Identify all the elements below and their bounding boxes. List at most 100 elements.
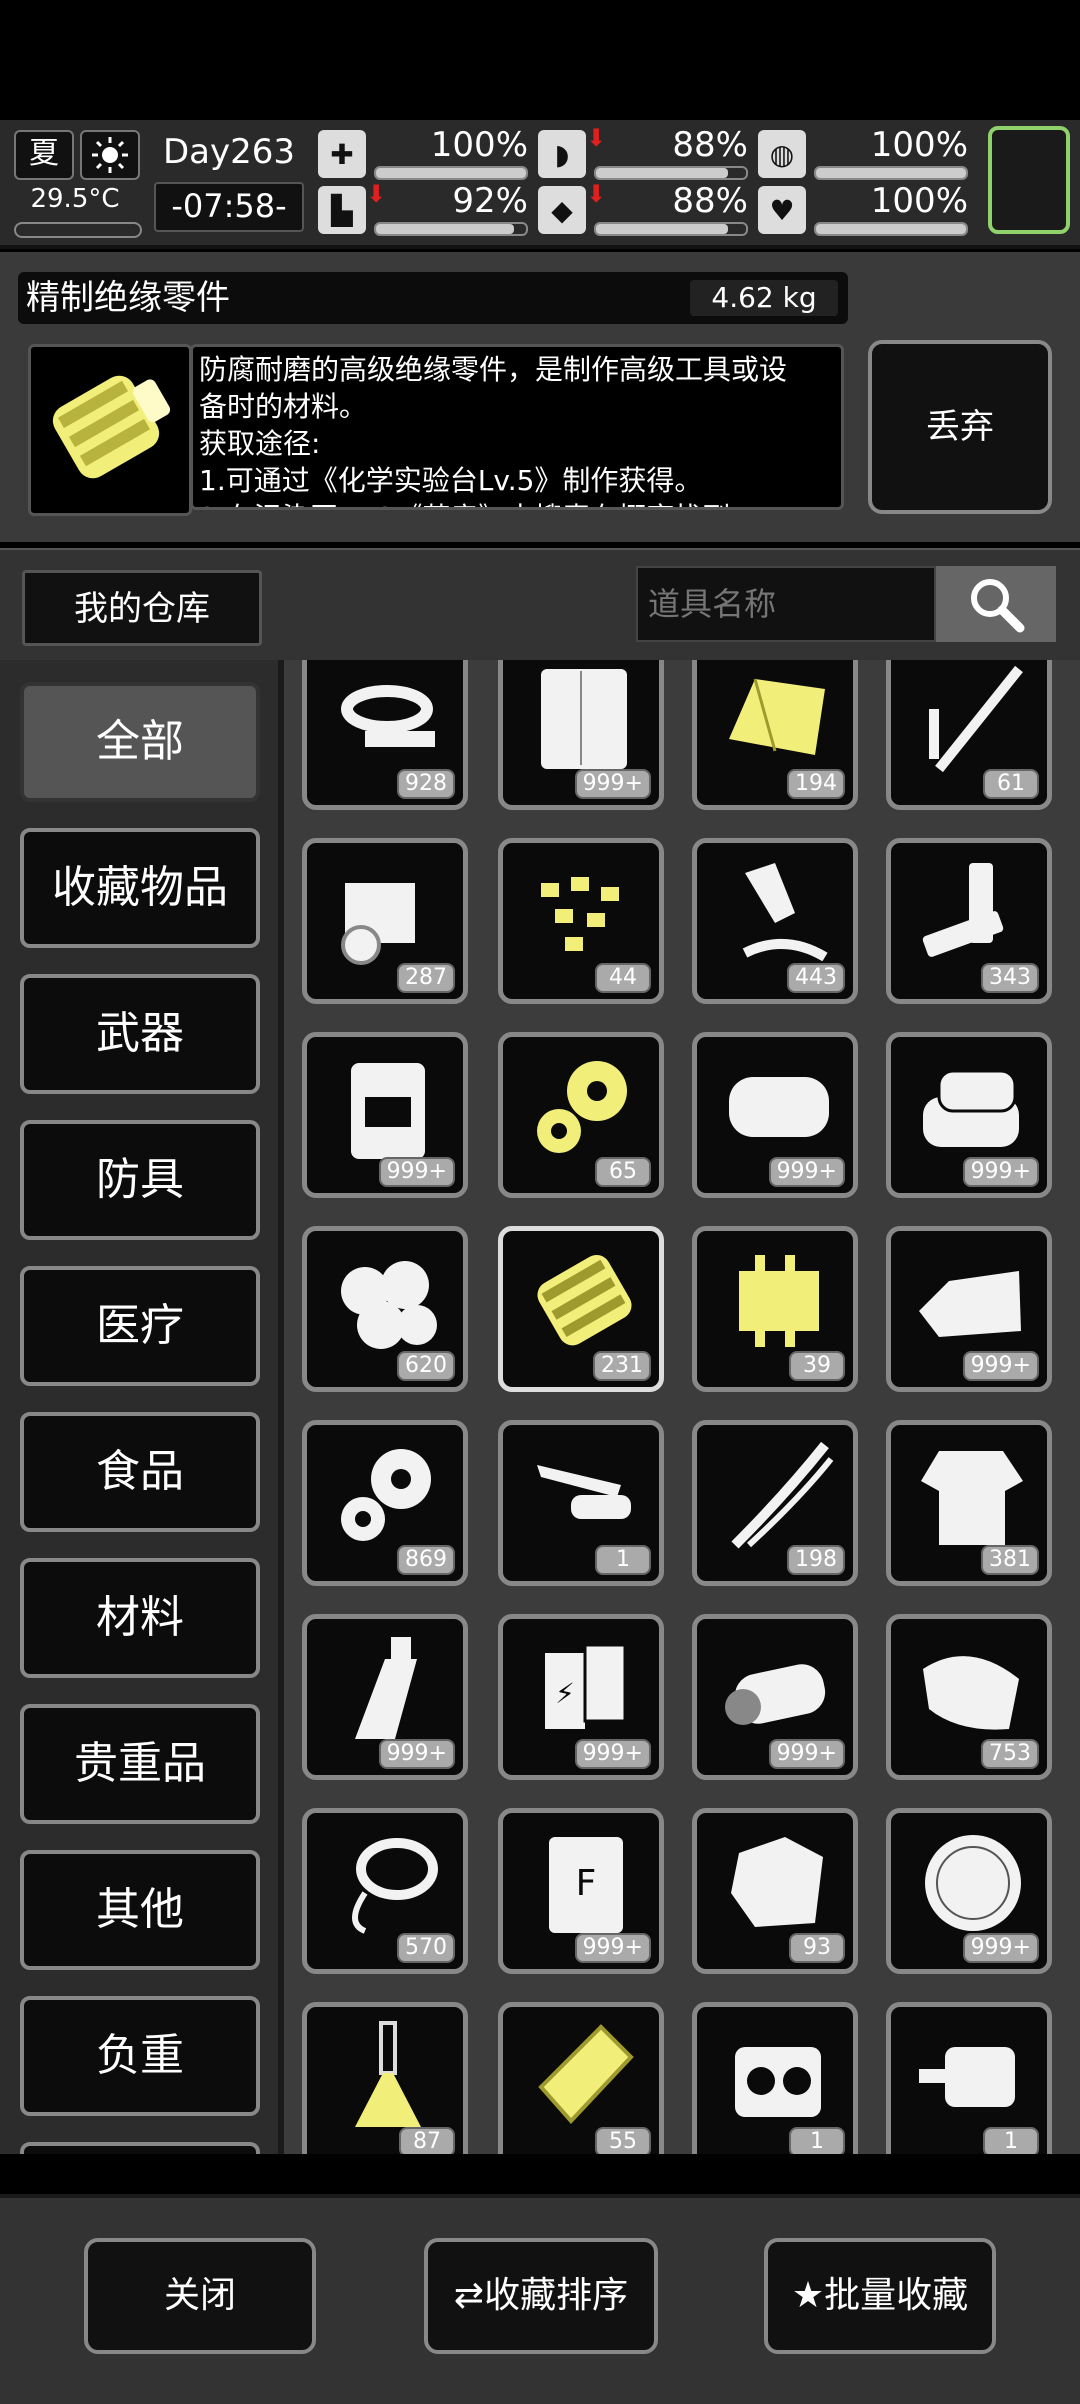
crumpled-paper-icon [731, 1837, 823, 1927]
item-count-badge: 55 [595, 2127, 651, 2154]
item-slot[interactable]: 620 [302, 1226, 468, 1392]
description-line: 获取途径: [199, 427, 321, 460]
category-7[interactable]: 贵重品 [20, 1704, 260, 1824]
item-name-bar: 精制绝缘零件 4.62 kg [18, 272, 848, 324]
close-button[interactable]: 关闭 [84, 2238, 316, 2354]
item-count-badge: 999+ [574, 1933, 651, 1963]
category-8[interactable]: 其他 [20, 1850, 260, 1970]
item-slot[interactable]: 87 [302, 2002, 468, 2154]
item-count-badge: 93 [789, 1933, 845, 1963]
item-slot[interactable]: 39 [692, 1226, 858, 1392]
item-slot[interactable]: 999+ [886, 1808, 1052, 1974]
stat-boot: ▙ ⬇ 92% [318, 180, 528, 238]
item-slot[interactable]: 343 [886, 838, 1052, 1004]
bottle-icon [355, 1637, 417, 1739]
quick-slot[interactable] [988, 126, 1070, 234]
item-name: 精制绝缘零件 [26, 278, 230, 318]
item-count-badge: 381 [981, 1545, 1039, 1575]
item-slot[interactable]: 753 [886, 1614, 1052, 1780]
flask-icon [355, 2021, 421, 2127]
stat-percent: 88% [672, 125, 748, 165]
description-line: 防腐耐磨的高级绝缘零件，是制作高级工具或设 [199, 353, 788, 386]
stat-percent: 100% [870, 125, 968, 165]
item-slot[interactable]: ⚡ 999+ [498, 1614, 664, 1780]
item-slot[interactable]: 1 [498, 1420, 664, 1586]
item-count-badge: 999+ [574, 1739, 651, 1769]
item-slot[interactable]: 869 [302, 1420, 468, 1586]
item-slot[interactable]: 928 [302, 660, 468, 810]
category-1[interactable]: 收藏物品 [20, 828, 260, 948]
item-slot[interactable]: 287 [302, 838, 468, 1004]
category-2[interactable]: 武器 [20, 974, 260, 1094]
item-slot[interactable]: 44 [498, 838, 664, 1004]
item-count-badge: 999+ [962, 1933, 1039, 1963]
item-count-badge: 999+ [962, 1157, 1039, 1187]
description-line: 1.可通过《化学实验台Lv.5》制作获得。 [199, 464, 703, 497]
item-count-badge: 620 [397, 1351, 455, 1381]
stat-stomach: ◗ ⬇ 88% [538, 124, 748, 182]
batch-favorite-button[interactable]: ★批量收藏 [764, 2238, 996, 2354]
item-count-badge: 65 [595, 1157, 651, 1187]
item-slot[interactable]: 999+ [886, 1226, 1052, 1392]
item-slot[interactable]: 55 [498, 2002, 664, 2154]
stomach-icon: ◗ [538, 130, 586, 178]
item-count-badge: 287 [397, 963, 455, 993]
heart-icon: ♥ [758, 186, 806, 234]
item-count-badge: 44 [595, 963, 651, 993]
hud-bar: 夏 29.5°C Day263 -07:58- ✚ 100% ◗ ⬇ 88% ◍ 100% ▙… [0, 120, 1080, 249]
pouch-icon [923, 1656, 1019, 1730]
item-slot[interactable]: 999+ [498, 660, 664, 810]
item-slot[interactable]: 65 [498, 1032, 664, 1198]
item-count-badge: 61 [983, 769, 1039, 799]
item-slot[interactable]: 999+ [302, 1032, 468, 1198]
search-button[interactable] [936, 566, 1056, 642]
boot-icon: ▙ [318, 186, 366, 234]
item-count-badge: 343 [981, 963, 1039, 993]
item-search-input[interactable] [636, 566, 936, 642]
jerrycan-icon [351, 1063, 425, 1159]
item-count-badge: 753 [981, 1739, 1039, 1769]
item-slot[interactable]: 194 [692, 660, 858, 810]
item-weight: 4.62 kg [690, 280, 838, 316]
item-slot[interactable]: 999+ [886, 1032, 1052, 1198]
item-slot[interactable]: 1 [886, 2002, 1052, 2154]
description-line: 2.在污染区Lv.3《营房》中搜素有概率找到 [199, 499, 835, 507]
item-slot[interactable]: 999+ [692, 1614, 858, 1780]
item-description: 防腐耐磨的高级绝缘零件，是制作高级工具或设 备时的材料。 获取途径: 1.可通过《化学… [190, 344, 844, 510]
stat-bar [814, 166, 968, 180]
stat-percent: 88% [672, 181, 748, 221]
category-5[interactable]: 食品 [20, 1412, 260, 1532]
item-slot[interactable]: 231 [498, 1226, 664, 1392]
category-9[interactable]: 负重 [20, 1996, 260, 2116]
item-slot[interactable]: 1 [692, 2002, 858, 2154]
category-3[interactable]: 防具 [20, 1120, 260, 1240]
insulator-part-icon [52, 375, 171, 479]
item-slot[interactable]: 999+ [692, 1032, 858, 1198]
category-4[interactable]: 医疗 [20, 1266, 260, 1386]
stat-percent: 100% [430, 125, 528, 165]
item-slot[interactable]: F 999+ [498, 1808, 664, 1974]
item-slot[interactable]: 570 [302, 1808, 468, 1974]
item-slot[interactable]: 198 [692, 1420, 858, 1586]
sort-favorites-button[interactable]: ⇄收藏排序 [424, 2238, 658, 2354]
item-count-badge: 999+ [962, 1351, 1039, 1381]
batteries-icon [922, 863, 1004, 957]
warehouse-bar: 我的仓库 [0, 548, 1080, 662]
stat-bladder: ◍ 100% [758, 126, 968, 182]
soldering-iron-icon [929, 665, 1023, 773]
stat-medkit: ✚ 100% [318, 126, 528, 182]
item-slot[interactable]: 61 [886, 660, 1052, 810]
item-count-badge: 1 [595, 1545, 651, 1575]
category-0[interactable]: 全部 [20, 682, 260, 802]
item-slot[interactable]: 999+ [302, 1614, 468, 1780]
rope-icon [352, 1838, 438, 1934]
category-6[interactable]: 材料 [20, 1558, 260, 1678]
category-10[interactable]: 任务 [20, 2142, 260, 2154]
gears-icon [341, 1449, 431, 1541]
discard-button[interactable]: 丢弃 [868, 340, 1052, 514]
stat-bar [374, 222, 528, 236]
item-slot[interactable]: 443 [692, 838, 858, 1004]
my-warehouse-button[interactable]: 我的仓库 [22, 570, 262, 646]
item-slot[interactable]: 93 [692, 1808, 858, 1974]
item-slot[interactable]: 381 [886, 1420, 1052, 1586]
